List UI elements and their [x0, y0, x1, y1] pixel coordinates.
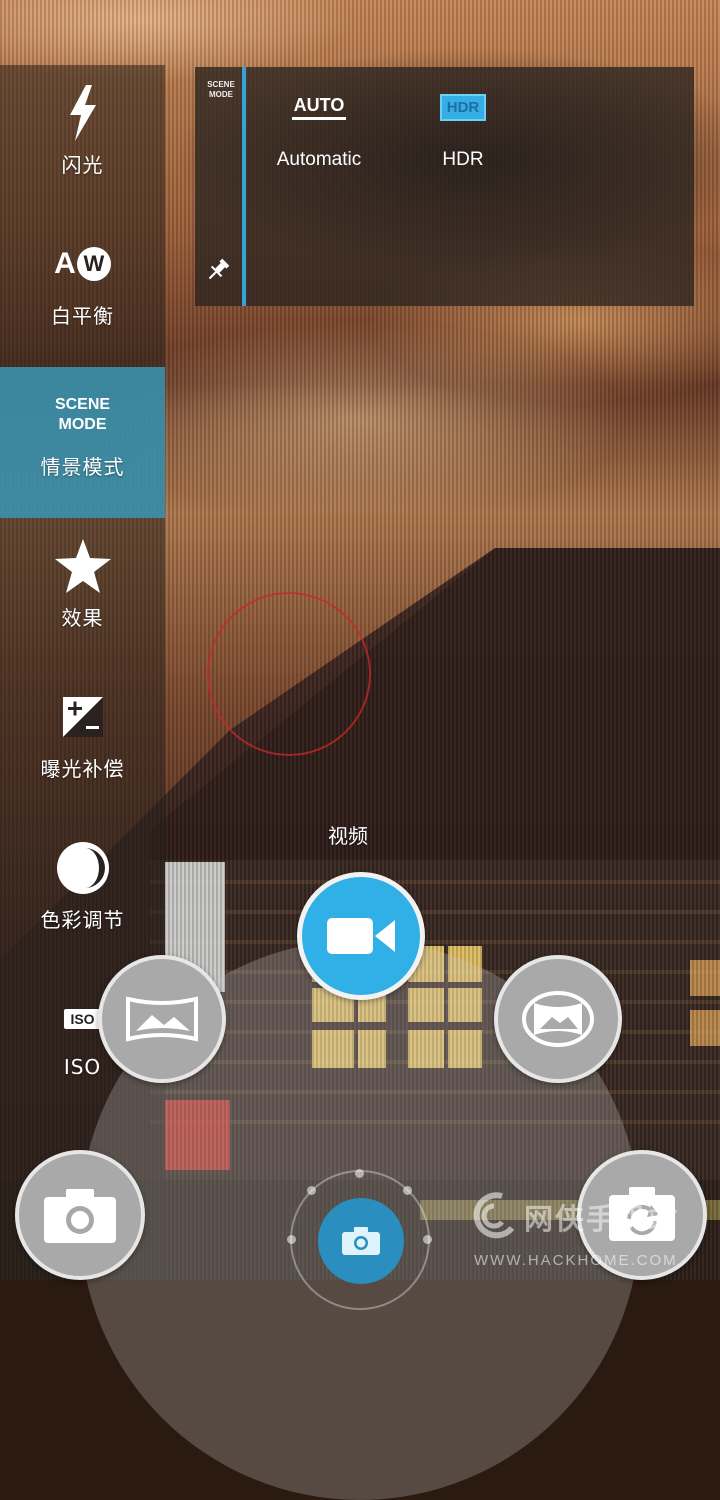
sidebar-item-scene-mode[interactable]: SCENE MODE 情景模式 [0, 367, 165, 518]
shutter-button[interactable] [318, 1198, 404, 1284]
scene-option-hdr[interactable]: HDR HDR [398, 87, 528, 171]
sidebar-item-flash[interactable]: 闪光 [0, 65, 165, 216]
color-adjust-icon [48, 840, 118, 896]
watermark: 网侠手机站 WWW.HACKHOME.COM [472, 1190, 720, 1280]
shutter-camera-icon [342, 1227, 380, 1255]
camera-mode-button[interactable] [15, 1150, 145, 1280]
panorama-mode-button[interactable] [98, 955, 226, 1083]
sidebar-item-label: ISO [63, 1055, 102, 1079]
shutter-dot [423, 1235, 432, 1244]
sidebar-item-color-adjust[interactable]: 色彩调节 [0, 820, 165, 971]
video-icon [327, 918, 395, 954]
sidebar-item-white-balance[interactable]: A W 白平衡 [0, 216, 165, 367]
photosphere-mode-button[interactable] [494, 955, 622, 1083]
video-mode-button[interactable] [297, 872, 425, 1000]
star-icon [48, 538, 118, 594]
scene-option-label: Automatic [276, 149, 362, 170]
shutter-dot [403, 1186, 412, 1195]
pin-icon[interactable] [205, 257, 231, 283]
shutter-dot [307, 1186, 316, 1195]
shutter-dot [355, 1169, 364, 1178]
scene-mode-icon: SCENE MODE [54, 396, 111, 433]
exposure-compensation-icon [48, 689, 118, 745]
sidebar-item-label: 曝光补偿 [40, 757, 125, 781]
watermark-title: 网侠手机站 [524, 1202, 680, 1236]
sidebar-item-exposure[interactable]: 曝光补偿 [0, 669, 165, 820]
sidebar-item-label: 白平衡 [51, 304, 114, 328]
auto-icon: AUTO [291, 87, 347, 127]
scene-mode-panel: SCENE MODE AUTO Automatic HDR HDR [195, 67, 694, 306]
panel-divider [242, 67, 246, 306]
mode-label: 视频 [328, 824, 368, 848]
sidebar-item-label: 色彩调节 [40, 908, 125, 932]
flash-icon [48, 85, 118, 141]
watermark-url: WWW.HACKHOME.COM [474, 1252, 678, 1269]
camera-icon [44, 1189, 116, 1243]
scene-option-auto[interactable]: AUTO Automatic [254, 87, 384, 171]
watermark-logo-icon [473, 1192, 515, 1239]
sidebar-item-effects[interactable]: 效果 [0, 518, 165, 669]
photosphere-icon [522, 991, 594, 1047]
sidebar-item-label: 闪光 [61, 153, 104, 177]
shutter-dot [287, 1235, 296, 1244]
scene-option-label: HDR [442, 149, 484, 170]
panorama-icon [126, 996, 198, 1042]
scene-mode-tag: SCENE MODE [207, 80, 235, 99]
focus-indicator [207, 592, 371, 756]
sidebar-item-label: 情景模式 [40, 455, 125, 479]
auto-white-balance-icon: A W [48, 236, 118, 292]
hdr-icon: HDR [439, 87, 487, 127]
sidebar-item-label: 效果 [61, 606, 104, 630]
